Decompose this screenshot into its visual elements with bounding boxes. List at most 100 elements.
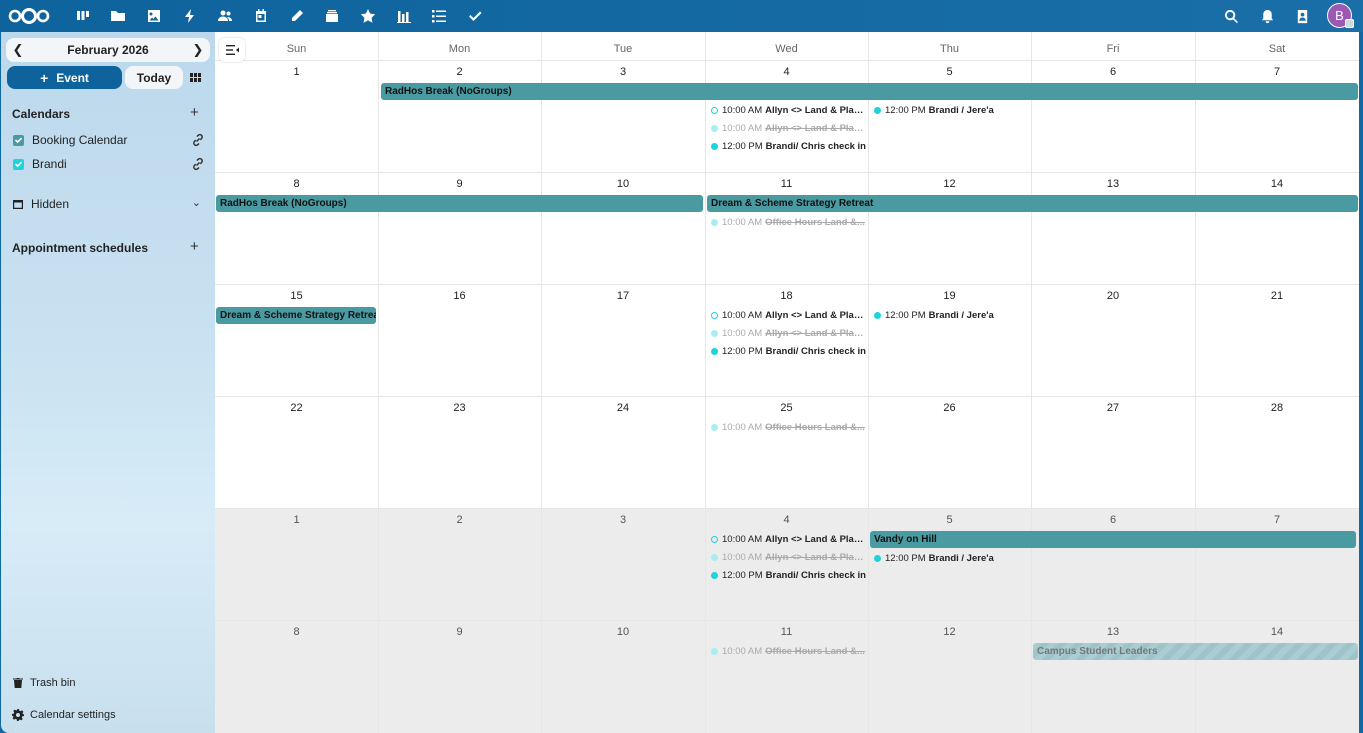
timed-event-declined[interactable]: 10:00 AM Office Hours Land &... (711, 215, 866, 229)
day-number[interactable]: 5 (868, 66, 1031, 78)
calendar-settings-item[interactable]: Calendar settings (12, 709, 116, 721)
day-number[interactable]: 19 (868, 290, 1031, 302)
calendar-item-booking[interactable]: Booking Calendar (13, 132, 205, 148)
allday-event[interactable]: Dream & Scheme Strategy Retreat (707, 195, 1358, 212)
timed-event[interactable]: 12:00 PM Brandi / Jere'a (874, 308, 1029, 322)
day-number[interactable]: 3 (541, 514, 705, 526)
day-number[interactable]: 11 (705, 178, 868, 190)
day-number[interactable]: 2 (378, 66, 541, 78)
timed-event[interactable]: 10:00 AM Allyn <> Land & Plac... (711, 103, 866, 117)
allday-event[interactable]: Vandy on Hill (870, 531, 1356, 548)
timed-event-declined[interactable]: 10:00 AM Office Hours Land &... (711, 644, 866, 658)
day-number[interactable]: 14 (1195, 626, 1359, 638)
day-number[interactable]: 9 (378, 626, 541, 638)
day-number[interactable]: 25 (705, 402, 868, 414)
day-number[interactable]: 26 (868, 402, 1031, 414)
notes-icon[interactable] (287, 6, 307, 26)
allday-event-tentative[interactable]: Campus Student Leaders (1033, 643, 1358, 660)
view-grid-icon[interactable] (187, 69, 203, 85)
checkbox-checked-icon[interactable] (13, 134, 24, 146)
column-divider (868, 32, 869, 733)
timed-event-declined[interactable]: 10:00 AM Office Hours Land &... (711, 420, 866, 434)
nextcloud-logo[interactable] (8, 6, 50, 26)
day-number[interactable]: 18 (705, 290, 868, 302)
share-link-icon[interactable] (191, 157, 205, 171)
day-number[interactable]: 9 (378, 178, 541, 190)
day-number[interactable]: 11 (705, 626, 868, 638)
day-number[interactable]: 24 (541, 402, 705, 414)
day-number[interactable]: 3 (541, 66, 705, 78)
day-number[interactable]: 7 (1195, 514, 1359, 526)
timed-event[interactable]: 10:00 AM Allyn <> Land & Plac... (711, 308, 866, 322)
day-number[interactable]: 22 (215, 402, 378, 414)
day-number[interactable]: 5 (868, 514, 1031, 526)
timed-event[interactable]: 12:00 PM Brandi/ Chris check in (711, 568, 866, 582)
calendar-app-icon[interactable] (251, 6, 271, 26)
timed-event[interactable]: 12:00 PM Brandi / Jere'a (874, 103, 1029, 117)
day-number[interactable]: 1 (215, 514, 378, 526)
activity-icon[interactable] (180, 6, 200, 26)
checkbox-checked-icon[interactable] (13, 158, 24, 170)
day-number[interactable]: 28 (1195, 402, 1359, 414)
dashboard-icon[interactable] (73, 6, 93, 26)
today-button[interactable]: Today (125, 66, 183, 89)
new-event-button[interactable]: + Event (7, 66, 122, 89)
day-number[interactable]: 8 (215, 178, 378, 190)
day-number[interactable]: 13 (1031, 178, 1195, 190)
timed-event-declined[interactable]: 10:00 AM Allyn <> Land & Plac... (711, 326, 866, 340)
timed-event-declined[interactable]: 10:00 AM Allyn <> Land & Plac... (711, 550, 866, 564)
add-calendar-plus-icon[interactable]: + (190, 104, 199, 121)
event-time: 12:00 PM (885, 309, 926, 321)
allday-event[interactable]: Dream & Scheme Strategy Retreat (216, 307, 376, 324)
day-number[interactable]: 6 (1031, 66, 1195, 78)
day-number[interactable]: 8 (215, 626, 378, 638)
day-number[interactable]: 10 (541, 626, 705, 638)
calendar-item-brandi[interactable]: Brandi (13, 156, 205, 172)
allday-event[interactable]: RadHos Break (NoGroups) (216, 195, 703, 212)
checkmark-icon[interactable] (465, 6, 485, 26)
timed-event[interactable]: 12:00 PM Brandi/ Chris check in (711, 344, 866, 358)
timed-event[interactable]: 12:00 PM Brandi/ Chris check in (711, 139, 866, 153)
notifications-bell-icon[interactable] (1257, 6, 1277, 26)
month-label[interactable]: February 2026 (30, 43, 186, 57)
day-number[interactable]: 20 (1031, 290, 1195, 302)
photos-icon[interactable] (144, 6, 164, 26)
favorites-star-icon[interactable] (358, 6, 378, 26)
timed-event[interactable]: 12:00 PM Brandi / Jere'a (874, 551, 1029, 565)
day-number[interactable]: 16 (378, 290, 541, 302)
timed-event-declined[interactable]: 10:00 AM Allyn <> Land & Plac... (711, 121, 866, 135)
analytics-icon[interactable] (394, 6, 414, 26)
hidden-calendars-toggle[interactable]: Hidden ⌄ (12, 196, 204, 212)
timed-event[interactable]: 10:00 AM Allyn <> Land & Plac... (711, 532, 866, 546)
contacts-menu-icon[interactable] (1292, 6, 1312, 26)
chevron-left-icon[interactable]: ❮ (6, 42, 30, 58)
chevron-right-icon[interactable]: ❯ (186, 42, 210, 58)
day-number[interactable]: 1 (215, 66, 378, 78)
share-link-icon[interactable] (191, 133, 205, 147)
files-icon[interactable] (108, 6, 128, 26)
column-divider (705, 32, 706, 733)
day-number[interactable]: 23 (378, 402, 541, 414)
day-number[interactable]: 10 (541, 178, 705, 190)
search-icon[interactable] (1221, 6, 1241, 26)
day-number[interactable]: 14 (1195, 178, 1359, 190)
contacts-icon[interactable] (215, 6, 235, 26)
day-number[interactable]: 7 (1195, 66, 1359, 78)
day-number[interactable]: 2 (378, 514, 541, 526)
day-number[interactable]: 12 (868, 626, 1031, 638)
day-number[interactable]: 21 (1195, 290, 1359, 302)
day-number[interactable]: 6 (1031, 514, 1195, 526)
event-time: 10:00 AM (722, 104, 763, 116)
tasks-list-icon[interactable] (429, 6, 449, 26)
day-number[interactable]: 4 (705, 514, 868, 526)
day-number[interactable]: 27 (1031, 402, 1195, 414)
allday-event[interactable]: RadHos Break (NoGroups) (381, 83, 1358, 100)
deck-icon[interactable] (322, 6, 342, 26)
day-number[interactable]: 4 (705, 66, 868, 78)
trash-bin-item[interactable]: Trash bin (12, 677, 75, 689)
day-number[interactable]: 15 (215, 290, 378, 302)
add-appointment-plus-icon[interactable]: + (190, 238, 199, 255)
day-number[interactable]: 17 (541, 290, 705, 302)
day-number[interactable]: 12 (868, 178, 1031, 190)
day-number[interactable]: 13 (1031, 626, 1195, 638)
